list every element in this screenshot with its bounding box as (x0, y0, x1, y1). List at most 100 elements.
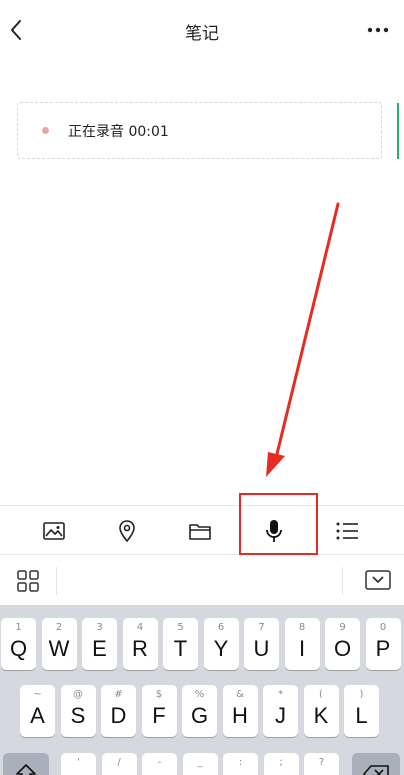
insert-list-button[interactable] (330, 514, 364, 548)
key-secondary-label: ? (318, 757, 325, 768)
key-label: X (102, 771, 137, 775)
key-d[interactable]: # D (101, 685, 136, 737)
image-icon (43, 522, 65, 540)
key-label: R (132, 636, 148, 661)
key-label: Q (9, 636, 28, 661)
divider (342, 567, 343, 595)
recording-indicator-dot (42, 127, 49, 134)
key-y[interactable]: 6Y (203, 618, 239, 670)
key-secondary-label: * (278, 689, 283, 700)
key-secondary-label: 4 (136, 622, 144, 633)
location-pin-icon (119, 520, 135, 542)
page-title: 笔记 (185, 24, 219, 44)
key-z[interactable]: 'Z (61, 753, 96, 775)
header-bar: 笔记 (0, 0, 404, 60)
key-label: U (253, 636, 270, 661)
key-h[interactable]: & H (222, 685, 258, 737)
key-c[interactable]: -C (142, 753, 177, 775)
key-w[interactable]: 2W (41, 618, 77, 670)
key-secondary-label: / (117, 757, 121, 768)
key-label: B (223, 771, 258, 775)
key-label: D (110, 703, 127, 728)
key-secondary-label: 7 (258, 622, 265, 633)
key-b[interactable]: :B (223, 753, 258, 775)
key-label: V (183, 771, 218, 775)
key-secondary-label: @ (73, 689, 83, 700)
key-label: K (313, 703, 329, 728)
key-label: H (232, 703, 248, 728)
key-p[interactable]: 0P (365, 618, 401, 670)
key-label: N (264, 771, 299, 775)
editor-toolbar (0, 505, 404, 555)
key-i[interactable]: 8I (284, 618, 320, 670)
key-k[interactable]: (K (303, 685, 339, 737)
key-secondary-label: 2 (55, 622, 63, 633)
key-v[interactable]: _V (182, 753, 218, 775)
insert-image-button[interactable] (37, 514, 71, 548)
key-label: M (304, 771, 339, 775)
key-secondary-label: 5 (177, 622, 184, 633)
key-secondary-label: # (114, 689, 123, 700)
key-s[interactable]: @ S (60, 685, 96, 737)
key-label: Z (61, 771, 96, 775)
recording-card[interactable]: 正在录音 00:01 (17, 102, 382, 159)
more-button[interactable] (366, 18, 390, 42)
backspace-key[interactable] (352, 753, 400, 775)
key-q[interactable]: 1Q (1, 618, 36, 670)
key-label: L (355, 703, 368, 728)
shift-key[interactable] (3, 753, 49, 775)
key-m[interactable]: ?M (304, 753, 339, 775)
key-secondary-label: 3 (96, 622, 103, 633)
keyboard: 1Q2W3E4R5T6Y7U8I9O0P ~ A @ S # D $ F% G & H * J(K) L … (0, 605, 404, 775)
key-label: W (48, 636, 70, 661)
key-label: E (92, 636, 107, 661)
key-r[interactable]: 4R (122, 618, 158, 670)
key-a[interactable]: ~ A (20, 685, 55, 737)
key-secondary-label: & (236, 689, 244, 700)
key-label: P (375, 636, 391, 661)
key-f[interactable]: $ F (141, 685, 177, 737)
key-t[interactable]: 5T (163, 618, 198, 670)
key-label: O (333, 636, 352, 661)
key-secondary-label: _ (197, 757, 203, 768)
keyboard-collapse-icon (365, 570, 391, 590)
insert-file-button[interactable] (183, 514, 217, 548)
key-g[interactable]: % G (182, 685, 217, 737)
key-secondary-label: 0 (379, 622, 387, 633)
divider (56, 567, 57, 595)
key-secondary-label: - (157, 757, 162, 768)
note-editor-screen: 笔记 正在录音 00:01 1 Q 2 W 3 E 4 R 5 T 6 Y 7 … (0, 0, 404, 775)
key-secondary-label: 6 (217, 622, 225, 633)
key-label: I (298, 636, 306, 661)
key-label: S (70, 703, 86, 728)
recording-status: 正在录音 00:01 (68, 123, 169, 140)
key-l[interactable]: ) L (344, 685, 379, 737)
key-secondary-label: ; (279, 757, 283, 768)
backspace-icon (363, 765, 389, 775)
key-o[interactable]: 9O (325, 618, 360, 670)
key-u[interactable]: 7U (244, 618, 279, 670)
hide-keyboard-button[interactable] (364, 569, 392, 591)
key-secondary-label: ) (359, 689, 364, 700)
key-secondary-label: 9 (339, 622, 346, 633)
key-e[interactable]: 3E (82, 618, 117, 670)
list-icon (336, 522, 358, 540)
key-label: A (30, 703, 45, 728)
key-label: G (190, 703, 209, 728)
key-label: T (173, 636, 188, 661)
key-secondary-label: ~ (33, 689, 42, 700)
key-j[interactable]: * J (263, 685, 298, 737)
key-secondary-label: ' (77, 757, 80, 768)
key-secondary-label: 8 (298, 622, 306, 633)
keyboard-menu-button[interactable] (16, 569, 40, 593)
key-n[interactable]: ;N (263, 753, 299, 775)
key-label: J (275, 703, 286, 728)
key-secondary-label: ( (319, 689, 323, 700)
key-x[interactable]: /X (101, 753, 137, 775)
grid-icon (17, 570, 39, 592)
key-secondary-label: $ (155, 689, 163, 700)
insert-location-button[interactable] (110, 514, 144, 548)
key-secondary-label: % (194, 689, 205, 700)
folder-icon (189, 524, 211, 540)
more-horizontal-icon (367, 27, 389, 33)
